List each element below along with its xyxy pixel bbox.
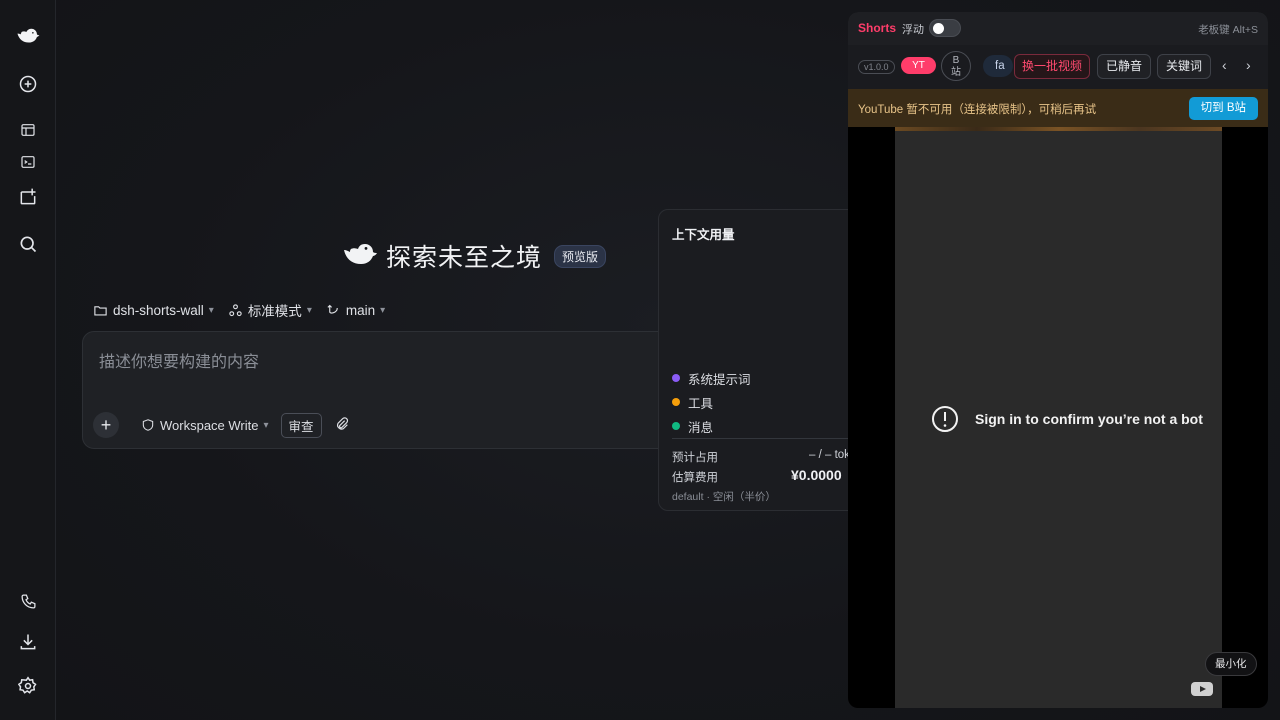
brand-title: 探索未至之境 — [386, 244, 543, 272]
workspace-label: Workspace Write — [160, 417, 259, 433]
mute-button[interactable]: 已静音 — [1097, 54, 1151, 79]
layout-icon[interactable] — [14, 116, 42, 144]
legend-dot — [672, 422, 680, 430]
estimate-label: 预计占用 — [672, 452, 718, 464]
bilibili-label-line2: 站 — [951, 67, 961, 78]
shorts-panel: Shorts 浮动 老板键 Alt+S v1.0.0 YT B 站 fa 换一批… — [848, 12, 1268, 708]
context-usage-card: 上下文用量 系统提示词 工具 消息 预计占用 – / – tok 估算费用 ¥0… — [658, 209, 858, 511]
prev-arrow-icon[interactable]: ‹ — [1222, 57, 1227, 73]
legend-item: 工具 — [672, 390, 751, 414]
shorts-name: Shorts — [858, 21, 897, 35]
warning-text: YouTube 暂不可用（连接被限制），可稍后再试 — [858, 104, 1097, 116]
composer-toolbar: + Workspace Write ▾ 审查 — [93, 412, 350, 438]
version-badge: v1.0.0 — [858, 60, 895, 74]
source-youtube-button[interactable]: YT — [901, 57, 936, 74]
chevron-down-icon: ▾ — [263, 419, 269, 431]
switch-bilibili-button[interactable]: 切到 B站 — [1188, 97, 1258, 120]
float-label: 浮动 — [902, 24, 924, 36]
cost-label: 估算费用 — [672, 472, 718, 484]
minimize-button[interactable]: 最小化 — [1205, 652, 1257, 676]
context-row: dsh-shorts-wall ▾ 标准模式 ▾ main ▾ — [93, 300, 385, 320]
paperclip-icon[interactable] — [334, 416, 350, 435]
youtube-logo-icon[interactable] — [1191, 681, 1213, 697]
legend-label: 系统提示词 — [688, 372, 751, 387]
keywords-button[interactable]: 关键词 — [1157, 54, 1211, 79]
whale-logo-icon[interactable] — [14, 22, 42, 50]
next-arrow-icon[interactable]: › — [1246, 57, 1251, 73]
branch-selector[interactable]: main ▾ — [326, 303, 385, 318]
video-message-text: Sign in to confirm you’re not a bot — [975, 411, 1203, 427]
whale-brand-icon — [342, 239, 378, 274]
source-bilibili-button[interactable]: B 站 — [941, 51, 971, 81]
mode-selector[interactable]: 标准模式 ▾ — [228, 300, 312, 320]
chevron-down-icon: ▾ — [306, 304, 312, 316]
project-name: dsh-shorts-wall — [113, 302, 204, 318]
new-chat-icon[interactable] — [14, 70, 42, 98]
boss-key-hint: 老板键 Alt+S — [1198, 24, 1258, 36]
bilibili-label-line1: B — [952, 55, 960, 66]
video-error-message: Sign in to confirm you’re not a bot — [931, 405, 1203, 433]
chevron-down-icon: ▾ — [208, 304, 214, 316]
legend-label: 消息 — [688, 420, 714, 435]
mode-label: 标准模式 — [247, 304, 302, 319]
project-selector[interactable]: dsh-shorts-wall ▾ — [93, 303, 214, 318]
estimate-value: – / – tok — [809, 449, 850, 461]
chevron-down-icon: ▾ — [380, 304, 386, 316]
cost-row: 估算费用 ¥0.0000 — [672, 467, 857, 485]
refresh-videos-button[interactable]: 换一批视频 — [1014, 54, 1090, 79]
download-icon[interactable] — [14, 628, 42, 656]
brand-header: 探索未至之境 预览版 — [342, 238, 607, 274]
review-button[interactable]: 审查 — [280, 412, 322, 438]
favorites-tag[interactable]: fa — [983, 55, 1013, 77]
cost-value: ¥0.0000 — [791, 467, 842, 483]
alert-icon — [932, 406, 958, 432]
float-toggle[interactable] — [929, 19, 961, 37]
terminal-icon[interactable] — [14, 148, 42, 176]
video-player[interactable]: Sign in to confirm you’re not a bot — [895, 127, 1222, 708]
usage-legend: 系统提示词 工具 消息 — [672, 366, 751, 438]
usage-footer: default · 空闲（半价） — [672, 491, 776, 503]
legend-dot — [672, 374, 680, 382]
left-rail — [0, 0, 56, 720]
workspace-permission-selector[interactable]: Workspace Write ▾ — [141, 418, 269, 433]
settings-gear-icon[interactable] — [14, 672, 42, 700]
legend-item: 系统提示词 — [672, 366, 751, 390]
shorts-toolbar: v1.0.0 YT B 站 fa 换一批视频 已静音 关键词 ‹ › — [848, 45, 1268, 89]
legend-label: 工具 — [688, 396, 714, 411]
usage-title: 上下文用量 — [672, 228, 735, 242]
add-attachment-button[interactable]: + — [93, 412, 119, 438]
folder-icon — [94, 305, 107, 315]
search-icon[interactable] — [14, 230, 42, 258]
mode-icon — [229, 303, 242, 316]
phone-icon[interactable] — [14, 587, 42, 615]
divider — [672, 438, 852, 439]
shorts-titlebar: Shorts 浮动 老板键 Alt+S — [848, 12, 1268, 45]
add-project-icon[interactable] — [14, 183, 42, 211]
preview-badge: 预览版 — [554, 244, 607, 268]
estimate-row: 预计占用 – / – tok — [672, 449, 857, 465]
video-thumbnail-strip — [895, 127, 1222, 131]
legend-dot — [672, 398, 680, 406]
shield-icon — [142, 419, 154, 431]
youtube-warning-banner: YouTube 暂不可用（连接被限制），可稍后再试 切到 B站 — [848, 89, 1268, 127]
prompt-input[interactable]: 描述你想要构建的内容 — [99, 348, 259, 372]
branch-icon — [327, 304, 338, 314]
legend-item: 消息 — [672, 414, 751, 438]
branch-name: main — [345, 302, 376, 318]
